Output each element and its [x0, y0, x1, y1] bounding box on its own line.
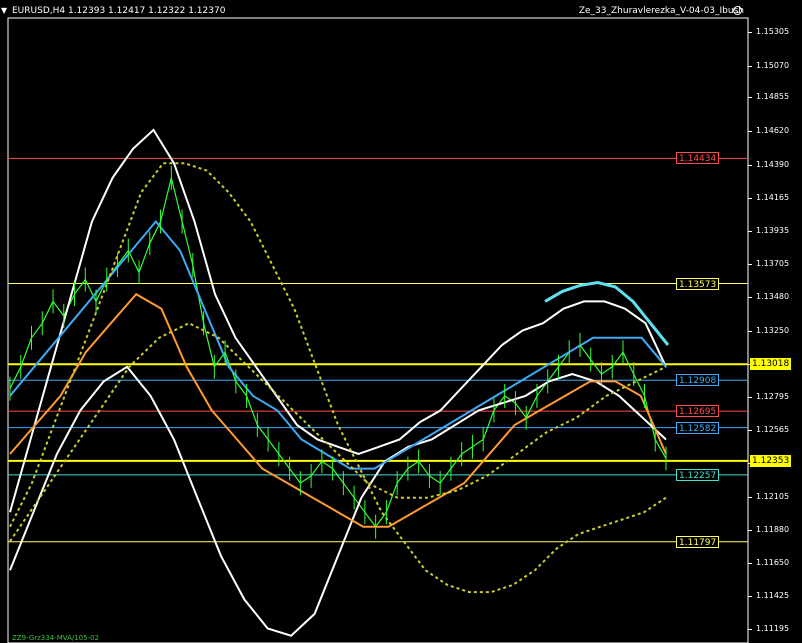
price-tick-label: 1.13250	[756, 325, 790, 335]
price-tick-mark	[748, 264, 752, 266]
series-line-6	[9, 322, 667, 542]
price-level-label: 1.12257	[676, 468, 720, 481]
price-level-label: 1.12908	[676, 374, 720, 387]
symbol-info: EURUSD,H4 1.12393 1.12417 1.12322 1.1237…	[12, 6, 226, 16]
price-tick-mark	[748, 131, 752, 133]
series-line-3	[9, 219, 667, 470]
price-tick-label: 1.14620	[756, 126, 790, 136]
price-level-label: 1.12582	[676, 421, 720, 434]
price-tick-label: 1.14855	[756, 92, 790, 102]
price-tick-mark	[748, 330, 752, 332]
price-level-label: 1.14434	[676, 152, 720, 165]
price-tick-mark	[748, 230, 752, 232]
price-tick-mark	[748, 31, 752, 33]
price-tick-mark	[748, 65, 752, 67]
price-tick-mark	[748, 563, 752, 565]
series-line-4	[9, 292, 667, 528]
price-tick-mark	[748, 396, 752, 398]
price-level-label: 1.13018	[750, 358, 792, 371]
price-tick-mark	[748, 297, 752, 299]
price-tick-label: 1.11195	[756, 624, 790, 634]
price-tick-label: 1.12105	[756, 491, 790, 501]
price-level-label: 1.12695	[676, 405, 720, 418]
price-tick-label: 1.13935	[756, 225, 790, 235]
chart-menu-arrow-icon[interactable]: ▼	[1, 6, 7, 15]
price-tick-mark	[748, 430, 752, 432]
price-tick-label: 1.11425	[756, 590, 790, 600]
indicator-title: Ze_33_Zhuravlerezka_V-04-03_Ibush	[578, 6, 744, 16]
price-tick-mark	[748, 496, 752, 498]
price-tick-label: 1.13480	[756, 292, 790, 302]
price-tick-mark	[748, 595, 752, 597]
price-tick-label: 1.11650	[756, 558, 790, 568]
price-tick-label: 1.14165	[756, 192, 790, 202]
price-tick-mark	[748, 97, 752, 99]
price-tick-label: 1.11880	[756, 524, 790, 534]
chart-window[interactable]: ▼ EURUSD,H4 1.12393 1.12417 1.12322 1.12…	[0, 0, 802, 643]
price-tick-label: 1.15070	[756, 60, 790, 70]
bottom-indicator-label: ZZ9-Grz334-MVA/105-02	[12, 634, 100, 642]
price-tick-mark	[748, 629, 752, 631]
plot-frame	[7, 17, 749, 643]
price-level-label: 1.13573	[676, 277, 720, 290]
price-tick-label: 1.15305	[756, 26, 790, 36]
price-tick-mark	[748, 197, 752, 199]
price-scale[interactable]: 1.15305 1.15070 1.14855 1.14620 1.14390 1.141…	[748, 0, 802, 643]
price-level-label: 1.11797	[676, 535, 720, 548]
series-line-7	[544, 280, 670, 346]
price-level-label: 1.12353	[750, 454, 792, 467]
price-tick-mark	[748, 529, 752, 531]
series-line-2	[9, 365, 667, 637]
price-tick-label: 1.13705	[756, 259, 790, 269]
price-tick-label: 1.12565	[756, 425, 790, 435]
price-tick-mark	[748, 164, 752, 166]
price-tick-label: 1.12795	[756, 391, 790, 401]
expert-smiley-icon[interactable]	[733, 6, 742, 15]
price-tick-label: 1.14390	[756, 159, 790, 169]
